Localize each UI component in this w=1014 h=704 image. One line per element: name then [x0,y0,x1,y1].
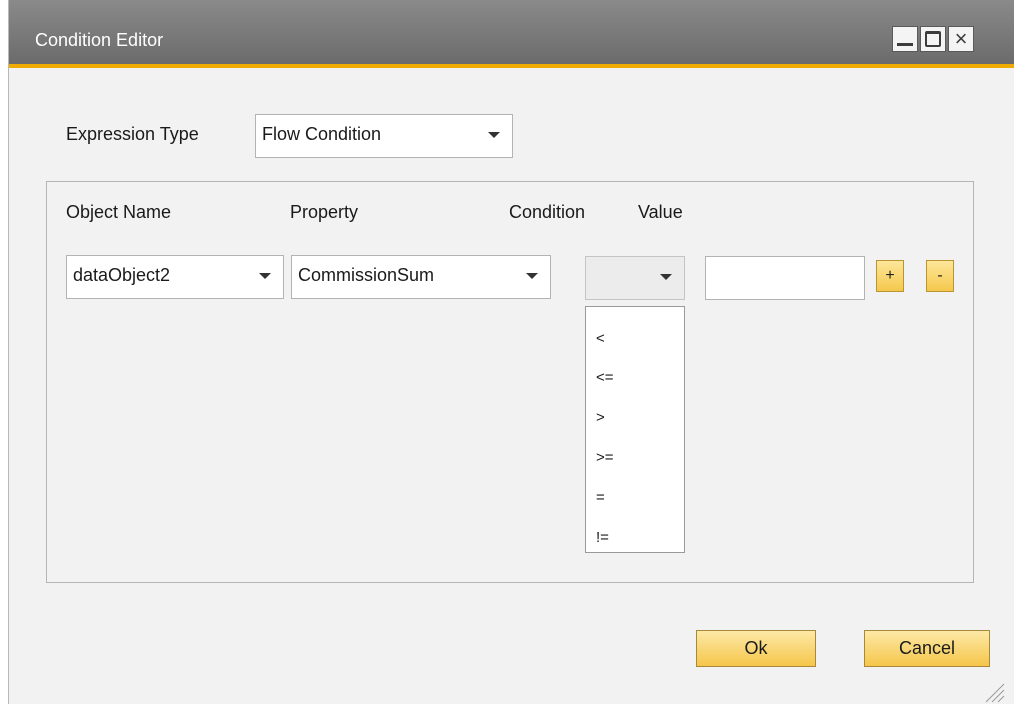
minimize-icon [897,43,913,46]
maximize-icon [925,31,941,47]
condition-dropdown-list: < <= > >= = != [585,306,685,553]
condition-option-le[interactable]: <= [596,369,614,386]
chevron-down-icon [660,274,672,280]
condition-option-lt[interactable]: < [596,330,605,347]
object-name-select[interactable]: dataObject2 [66,255,284,299]
condition-option-eq[interactable]: = [596,489,605,506]
condition-option-gt[interactable]: > [596,409,605,426]
condition-select[interactable] [585,256,685,300]
condition-option-ne[interactable]: != [596,529,609,546]
ok-button[interactable]: Ok [696,630,816,667]
close-button[interactable]: × [948,26,974,52]
column-header-condition: Condition [509,202,586,222]
close-icon: × [954,26,968,51]
column-header-property: Property [290,202,359,222]
value-input[interactable] [705,256,865,300]
column-header-object-name: Object Name [66,202,172,222]
title-bar[interactable]: Condition Editor × [9,0,1014,68]
window-title: Condition Editor [35,30,164,50]
chevron-down-icon [488,132,500,138]
expression-type-value: Flow Condition [262,124,382,144]
minimize-button[interactable] [892,26,918,52]
maximize-button[interactable] [920,26,946,52]
cancel-button[interactable]: Cancel [864,630,990,667]
expression-type-label: Expression Type [66,124,199,144]
column-header-value: Value [638,202,683,222]
property-value: CommissionSum [298,265,435,285]
property-select[interactable]: CommissionSum [291,255,551,299]
add-row-button[interactable]: + [876,260,904,292]
condition-option-ge[interactable]: >= [596,449,614,466]
expression-type-select[interactable]: Flow Condition [255,114,513,158]
chevron-down-icon [526,273,538,279]
conditions-group [46,181,974,583]
resize-grip-icon[interactable] [982,680,1006,704]
remove-row-button[interactable]: - [926,260,954,292]
window-controls: × [892,26,974,52]
object-name-value: dataObject2 [73,265,171,285]
chevron-down-icon [259,273,271,279]
